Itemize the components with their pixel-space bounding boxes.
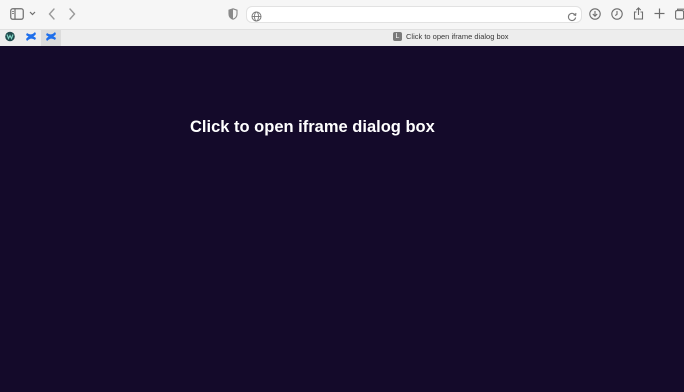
chevron-down-icon[interactable] (29, 11, 36, 16)
favorite-bookmark-1[interactable] (0, 30, 20, 46)
tab-title: Click to open iframe dialog box (406, 32, 509, 41)
clock-icon[interactable] (611, 8, 623, 20)
tabs-overview-icon[interactable] (675, 8, 684, 20)
url-input[interactable] (265, 7, 555, 22)
favorites-bar: L Click to open iframe dialog box (0, 29, 684, 46)
confluence-icon (45, 29, 57, 47)
sidebar-icon[interactable] (10, 8, 24, 20)
wrench-logo-icon (4, 29, 16, 47)
tab-favicon: L (393, 32, 402, 41)
active-tab[interactable]: L Click to open iframe dialog box (393, 32, 509, 41)
shield-icon[interactable] (228, 8, 238, 20)
browser-toolbar (0, 0, 684, 29)
open-dialog-link[interactable]: Click to open iframe dialog box (190, 118, 435, 137)
favorite-bookmark-2[interactable] (21, 30, 41, 46)
chevron-left-icon[interactable] (48, 8, 56, 20)
globe-icon (251, 9, 262, 27)
confluence-icon (25, 29, 37, 47)
download-icon[interactable] (589, 8, 601, 20)
address-bar[interactable] (246, 6, 582, 23)
chevron-right-icon[interactable] (68, 8, 76, 20)
reload-icon[interactable] (567, 9, 577, 27)
share-icon[interactable] (633, 7, 644, 20)
plus-icon[interactable] (654, 8, 665, 19)
browser-window: L Click to open iframe dialog box Click … (0, 0, 684, 392)
page-content: Click to open iframe dialog box (0, 46, 684, 392)
favorite-bookmark-3[interactable] (41, 30, 61, 46)
